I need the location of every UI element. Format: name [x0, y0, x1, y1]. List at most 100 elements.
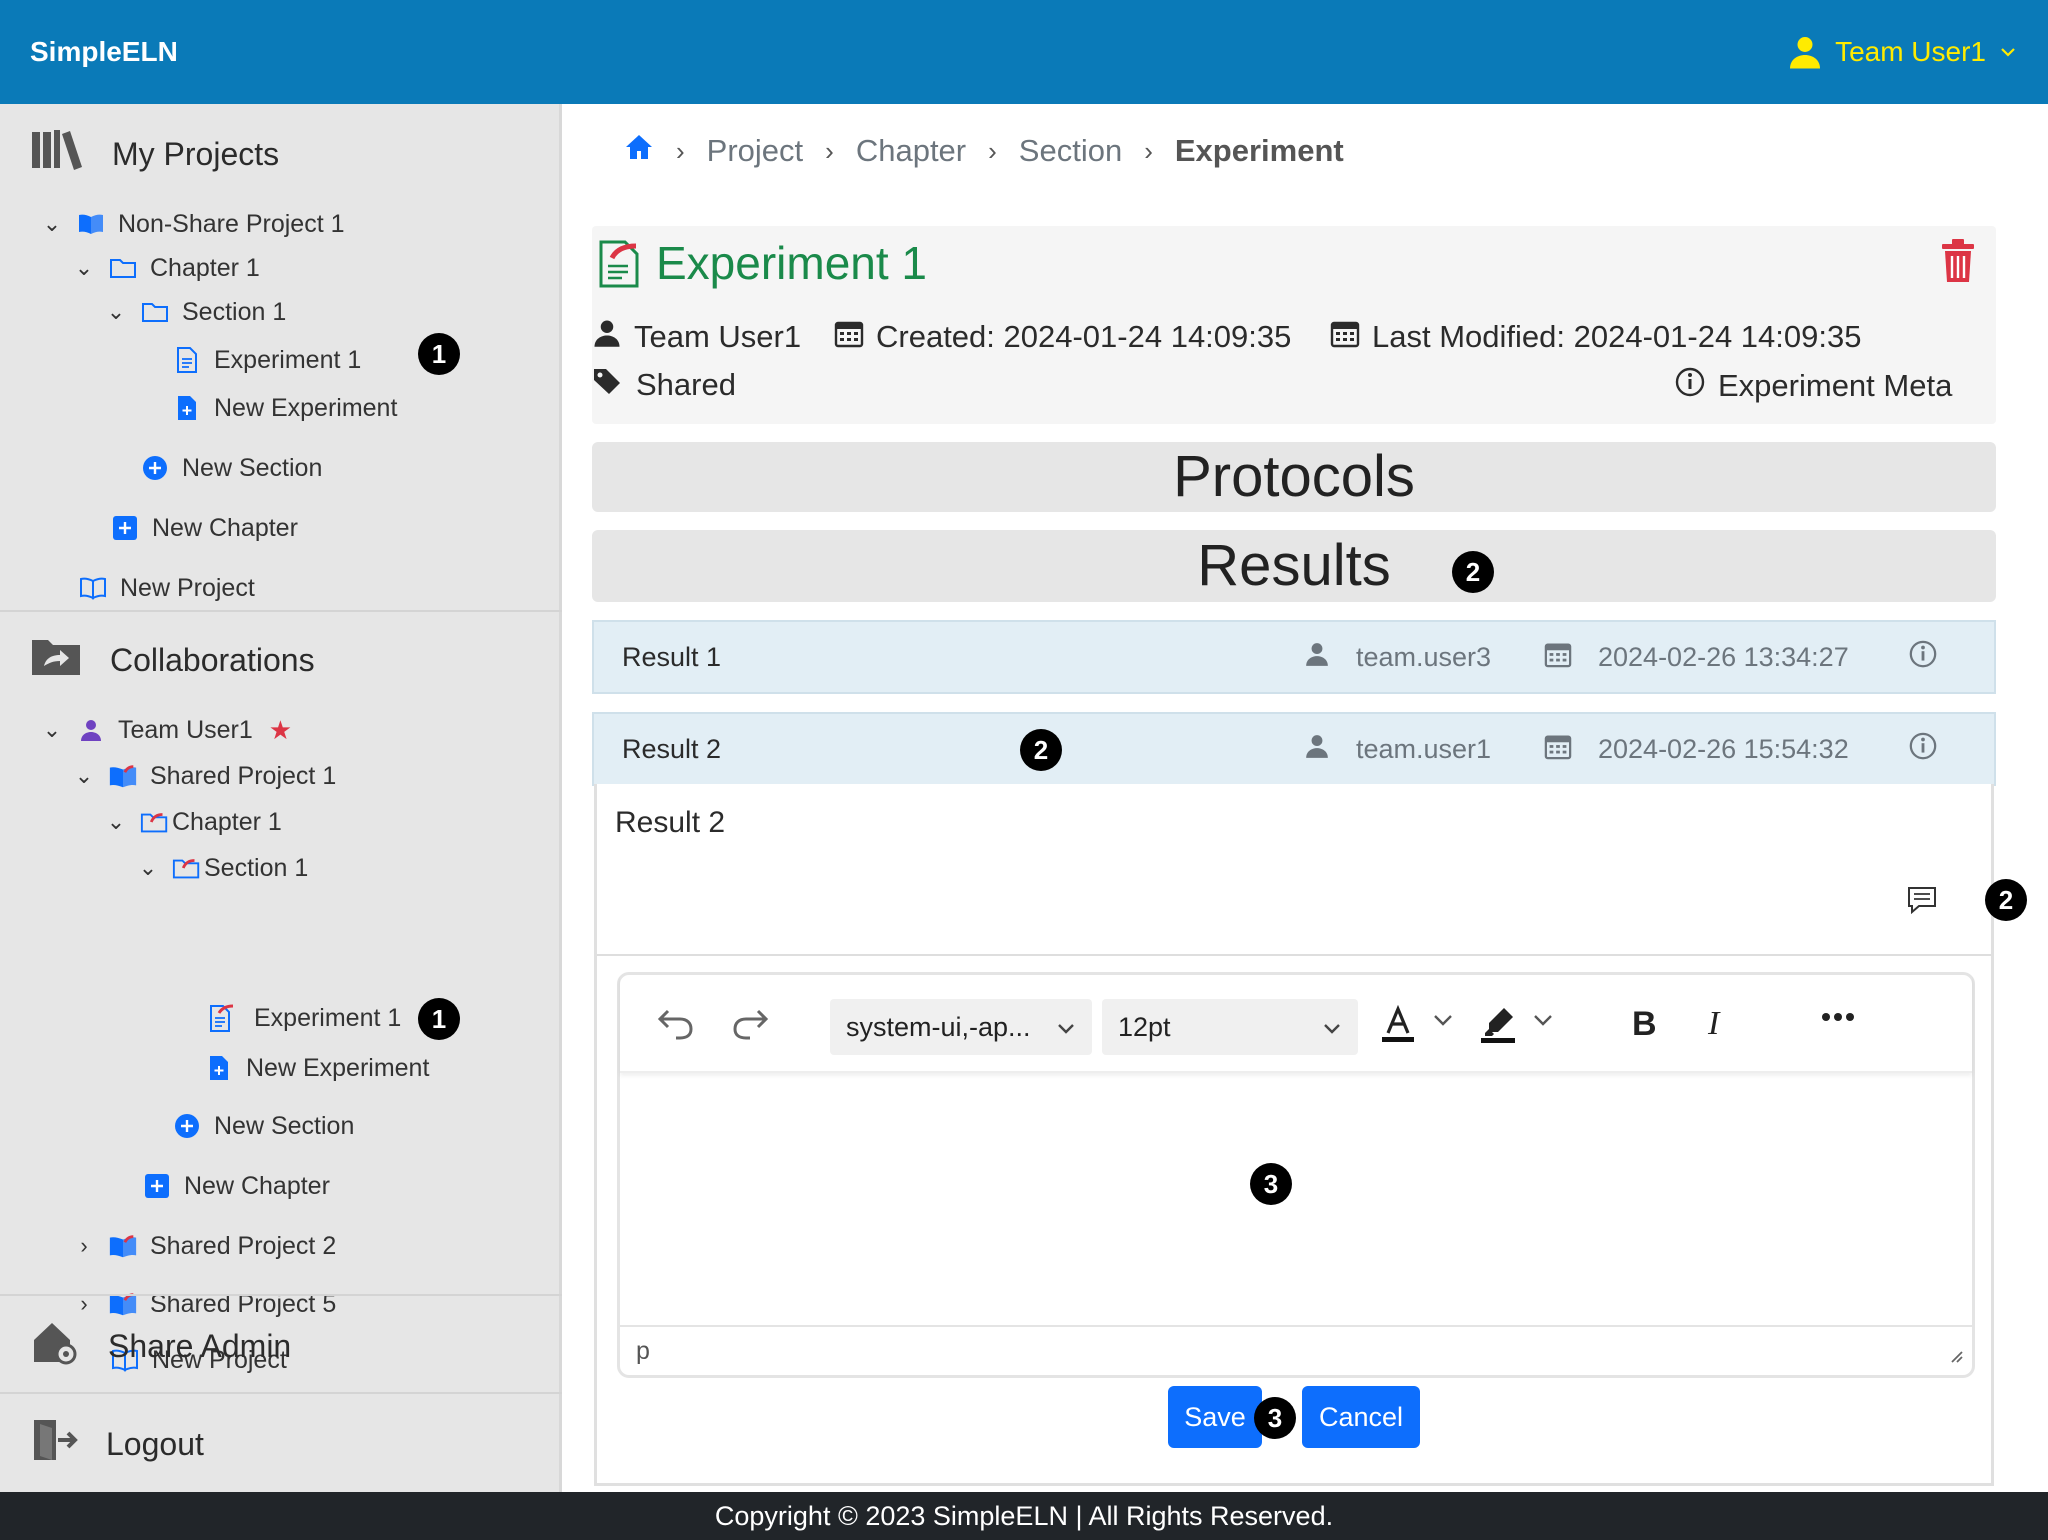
book-outline-icon — [78, 573, 108, 603]
brand-logo[interactable]: SimpleELN — [30, 36, 178, 68]
tree-shared-new-chapter[interactable]: New Chapter — [142, 1166, 330, 1206]
chevron-right-icon: › — [988, 135, 997, 166]
experiment-modified: Last Modified: 2024-01-24 14:09:35 — [1330, 318, 1861, 356]
breadcrumb-project[interactable]: Project — [707, 133, 803, 169]
result-row[interactable]: Result 1 team.user3 2024-02-26 13:34:27 — [592, 620, 1996, 694]
result-date: 2024-02-26 13:34:27 — [1544, 640, 1849, 675]
chevron-down-icon[interactable]: ⌄ — [104, 299, 128, 325]
logout-label: Logout — [106, 1425, 204, 1462]
meta-label: Experiment Meta — [1718, 368, 1953, 403]
tree-new-section[interactable]: New Section — [140, 448, 322, 488]
experiment-tag[interactable]: Shared — [592, 366, 736, 404]
experiment-created: Created: 2024-01-24 14:09:35 — [834, 318, 1291, 356]
tree-new-experiment[interactable]: New Experiment — [172, 388, 397, 428]
tree-shared-project-2[interactable]: › Shared Project 2 — [72, 1226, 336, 1266]
shared-folder-icon — [172, 853, 202, 883]
text-color-icon[interactable] — [1378, 1005, 1418, 1045]
element-path: p — [636, 1337, 650, 1365]
plus-circle-icon — [172, 1111, 202, 1141]
highlight-color-icon[interactable] — [1478, 1005, 1518, 1045]
breadcrumb-chapter[interactable]: Chapter — [856, 133, 966, 169]
chevron-down-icon[interactable] — [1432, 1013, 1454, 1029]
editor-toolbar: system-ui,-ap... 12pt B I — [620, 975, 1972, 1073]
tree-label: Experiment 1 — [214, 345, 362, 374]
sidebar-share-admin[interactable]: Share Admin — [30, 1318, 291, 1374]
tree-new-project[interactable]: New Project — [78, 568, 255, 608]
modified-label: Last Modified: 2024-01-24 14:09:35 — [1372, 319, 1862, 354]
tree-chapter-1[interactable]: ⌄ Chapter 1 — [72, 248, 260, 288]
chevron-down-icon — [1322, 1012, 1342, 1043]
bold-icon[interactable]: B — [1632, 1005, 1657, 1044]
cancel-button[interactable]: Cancel — [1302, 1386, 1420, 1448]
chevron-down-icon[interactable]: ⌄ — [136, 855, 160, 881]
chevron-down-icon[interactable]: ⌄ — [72, 763, 96, 789]
tree-shared-section-1[interactable]: ⌄ Section 1 — [136, 848, 308, 888]
tree-user-team-user1[interactable]: ⌄ Team User1 ★ — [40, 710, 292, 750]
sidebar-logout[interactable]: Logout — [30, 1416, 204, 1472]
sidebar-collaborations[interactable]: Collaborations — [30, 634, 315, 686]
house-gear-icon — [30, 1318, 80, 1374]
rich-text-editor: system-ui,-ap... 12pt B I 3 p — [617, 972, 1975, 1378]
chevron-down-icon[interactable] — [1532, 1013, 1554, 1029]
tree-new-chapter[interactable]: New Chapter — [110, 508, 298, 548]
italic-icon[interactable]: I — [1708, 1005, 1719, 1043]
tree-experiment-1[interactable]: Experiment 1 — [172, 340, 361, 380]
tree-label: Chapter 1 — [172, 807, 282, 836]
sidebar-my-projects[interactable]: My Projects — [30, 128, 279, 180]
font-size-select[interactable]: 12pt — [1102, 999, 1358, 1055]
protocols-section-header[interactable]: Protocols — [592, 442, 1996, 512]
result-row[interactable]: Result 2 team.user1 2024-02-26 15:54:32 — [592, 712, 1996, 786]
calendar-icon — [1544, 640, 1572, 675]
add-document-icon — [204, 1053, 234, 1083]
tree-section-1[interactable]: ⌄ Section 1 — [104, 292, 286, 332]
result-content[interactable]: Result 2 — [615, 806, 725, 840]
info-icon[interactable] — [1908, 639, 1938, 676]
font-size-value: 12pt — [1118, 1011, 1171, 1042]
chevron-down-icon[interactable]: ⌄ — [104, 809, 128, 835]
chevron-down-icon — [1056, 1012, 1076, 1043]
redo-icon[interactable] — [730, 1005, 770, 1041]
undo-icon[interactable] — [656, 1005, 696, 1041]
chevron-down-icon[interactable]: ⌄ — [72, 255, 96, 281]
results-section-header[interactable]: Results — [592, 530, 1996, 602]
user-menu[interactable]: Team User1 — [1787, 34, 2018, 70]
home-icon[interactable] — [624, 132, 654, 170]
comment-icon[interactable] — [1907, 886, 1937, 919]
calendar-icon — [834, 318, 864, 356]
tree-shared-project-1[interactable]: ⌄ Shared Project 1 — [72, 756, 336, 796]
result-body: Result 2 2 system-ui,-ap... 12pt B I 3 p — [594, 784, 2027, 1486]
tree-label: Section 1 — [204, 853, 309, 882]
tree-shared-experiment-1-row[interactable]: Experiment 1 — [208, 998, 401, 1038]
resize-handle-icon[interactable] — [1946, 1346, 1964, 1369]
chevron-down-icon[interactable]: ⌄ — [40, 211, 64, 237]
more-options-icon[interactable] — [1820, 1011, 1856, 1023]
folder-icon — [140, 297, 170, 327]
tree-label: Non-Share Project 1 — [118, 209, 345, 238]
tree-shared-new-section[interactable]: New Section — [172, 1106, 354, 1146]
tree-label: New Experiment — [214, 393, 398, 422]
tree-project-non-share-1[interactable]: ⌄ Non-Share Project 1 — [40, 204, 345, 244]
save-button[interactable]: Save — [1168, 1386, 1262, 1448]
footer: Copyright © 2023 SimpleELN | All Rights … — [0, 1492, 2048, 1540]
experiment-title[interactable]: Experiment 1 — [656, 236, 927, 290]
breadcrumb-experiment: Experiment — [1174, 133, 1344, 168]
trash-icon[interactable] — [1938, 238, 1978, 289]
shared-book-icon — [108, 1231, 138, 1261]
experiment-meta-link[interactable]: Experiment Meta — [1674, 366, 1952, 406]
breadcrumb-section[interactable]: Section — [1019, 133, 1122, 169]
chevron-right-icon[interactable]: › — [72, 1233, 96, 1259]
tree-shared-chapter-1[interactable]: ⌄ Chapter 1 — [104, 802, 282, 842]
chevron-down-icon[interactable]: ⌄ — [40, 717, 64, 743]
share-admin-label: Share Admin — [108, 1327, 292, 1364]
chevron-right-icon: › — [676, 135, 685, 166]
tag-label: Shared — [636, 367, 736, 402]
tree-shared-new-experiment[interactable]: New Experiment — [204, 1048, 429, 1088]
info-icon[interactable] — [1908, 731, 1938, 768]
font-family-select[interactable]: system-ui,-ap... — [830, 999, 1092, 1055]
result-date-label: 2024-02-26 13:34:27 — [1598, 641, 1849, 672]
editor-content-area[interactable] — [620, 1073, 1972, 1325]
plus-square-icon — [142, 1171, 172, 1201]
sidebar-divider — [0, 610, 562, 612]
font-family-value: system-ui,-ap... — [846, 1011, 1031, 1042]
annotation-badge-1: 1 — [418, 998, 460, 1040]
